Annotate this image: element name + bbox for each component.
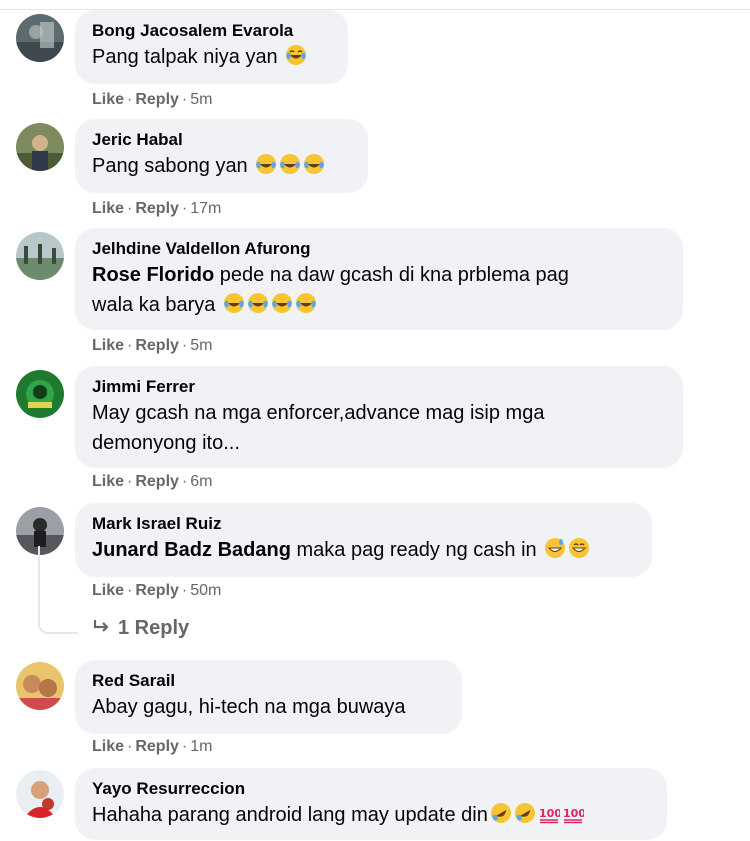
- author-name[interactable]: Jimmi Ferrer: [92, 376, 665, 398]
- comment-time[interactable]: 1m: [190, 738, 212, 755]
- mention-link[interactable]: Rose Florido: [92, 264, 214, 286]
- laugh-cry-emoji-icon: [280, 154, 301, 174]
- comment-text: Hahaha parang android lang may update di…: [92, 800, 649, 830]
- laugh-cry-emoji-icon: [247, 293, 268, 313]
- like-button[interactable]: Like: [92, 337, 124, 354]
- reply-arrow-icon: [92, 617, 112, 640]
- comment-text: Pang sabong yan: [92, 151, 350, 181]
- laugh-cry-emoji-icon: [223, 293, 244, 313]
- laugh-cry-emoji-icon: [256, 154, 277, 174]
- reply-button[interactable]: Reply: [135, 91, 179, 108]
- avatar[interactable]: [16, 14, 64, 62]
- comment-time[interactable]: 17m: [190, 200, 221, 217]
- comment-text: May gcash na mga enforcer,advance mag is…: [92, 402, 545, 454]
- reply-button[interactable]: Reply: [135, 473, 179, 490]
- like-button[interactable]: Like: [92, 582, 124, 599]
- avatar[interactable]: [16, 370, 64, 418]
- comment-text: Rose Florido pede na daw gcash di kna pr…: [92, 264, 569, 316]
- svg-text:100: 100: [539, 807, 560, 820]
- laugh-cry-emoji-icon: [286, 45, 307, 65]
- mention-link[interactable]: Junard Badz Badang: [92, 539, 291, 561]
- comment-bubble: Jeric Habal Pang sabong yan: [75, 119, 368, 193]
- author-name[interactable]: Jelhdine Valdellon Afurong: [92, 238, 665, 260]
- reply-button[interactable]: Reply: [135, 337, 179, 354]
- comment-text: Junard Badz Badang maka pag ready ng cas…: [92, 535, 634, 565]
- like-button[interactable]: Like: [92, 200, 124, 217]
- comment-actions: Like · Reply · 1m: [92, 738, 213, 755]
- comment-bubble: Jelhdine Valdellon Afurong Rose Florido …: [75, 228, 683, 330]
- comment-time[interactable]: 50m: [190, 582, 221, 599]
- comment-actions: Like · Reply · 17m: [92, 200, 222, 217]
- author-name[interactable]: Mark Israel Ruiz: [92, 513, 634, 535]
- comment-text: Pang talpak niya yan: [92, 42, 330, 72]
- like-button[interactable]: Like: [92, 473, 124, 490]
- comment-bubble: Bong Jacosalem Evarola Pang talpak niya …: [75, 10, 348, 84]
- rofl-emoji-icon: [490, 803, 511, 823]
- avatar[interactable]: [16, 770, 64, 818]
- comment-actions: Like · Reply · 5m: [92, 91, 213, 108]
- avatar[interactable]: [16, 123, 64, 171]
- top-divider: [0, 0, 750, 10]
- reply-thread-line: [38, 546, 78, 634]
- comment-time[interactable]: 5m: [190, 91, 212, 108]
- reply-button[interactable]: Reply: [135, 200, 179, 217]
- view-replies-button[interactable]: 1 Reply: [92, 617, 189, 640]
- laugh-cry-emoji-icon: [304, 154, 325, 174]
- reply-button[interactable]: Reply: [135, 738, 179, 755]
- comment-actions: Like · Reply · 6m: [92, 473, 213, 490]
- comment-bubble: Red Sarail Abay gagu, hi-tech na mga buw…: [75, 660, 462, 734]
- laugh-cry-emoji-icon: [295, 293, 316, 313]
- author-name[interactable]: Bong Jacosalem Evarola: [92, 20, 330, 42]
- avatar[interactable]: [16, 662, 64, 710]
- grin-emoji-icon: [569, 538, 590, 558]
- like-button[interactable]: Like: [92, 738, 124, 755]
- comment-bubble: Yayo Resurreccion Hahaha parang android …: [75, 768, 667, 840]
- comment-actions: Like · Reply · 5m: [92, 337, 213, 354]
- replies-count: 1 Reply: [118, 617, 190, 639]
- avatar[interactable]: [16, 232, 64, 280]
- like-button[interactable]: Like: [92, 91, 124, 108]
- reply-button[interactable]: Reply: [135, 582, 179, 599]
- hundred-emoji-icon: 100: [563, 807, 584, 824]
- comment-actions: Like · Reply · 50m: [92, 582, 222, 599]
- grin-sweat-emoji-icon: [545, 538, 566, 558]
- comment-bubble: Jimmi Ferrer May gcash na mga enforcer,a…: [75, 366, 683, 468]
- comment-time[interactable]: 5m: [190, 337, 212, 354]
- rofl-emoji-icon: [514, 803, 535, 823]
- author-name[interactable]: Yayo Resurreccion: [92, 778, 649, 800]
- svg-text:100: 100: [563, 807, 584, 820]
- laugh-cry-emoji-icon: [271, 293, 292, 313]
- author-name[interactable]: Red Sarail: [92, 670, 444, 692]
- author-name[interactable]: Jeric Habal: [92, 129, 350, 151]
- comment-bubble: Mark Israel Ruiz Junard Badz Badang maka…: [75, 503, 652, 577]
- comment-text: Abay gagu, hi-tech na mga buwaya: [92, 696, 406, 718]
- comment-time[interactable]: 6m: [190, 473, 212, 490]
- hundred-emoji-icon: 100: [539, 807, 560, 824]
